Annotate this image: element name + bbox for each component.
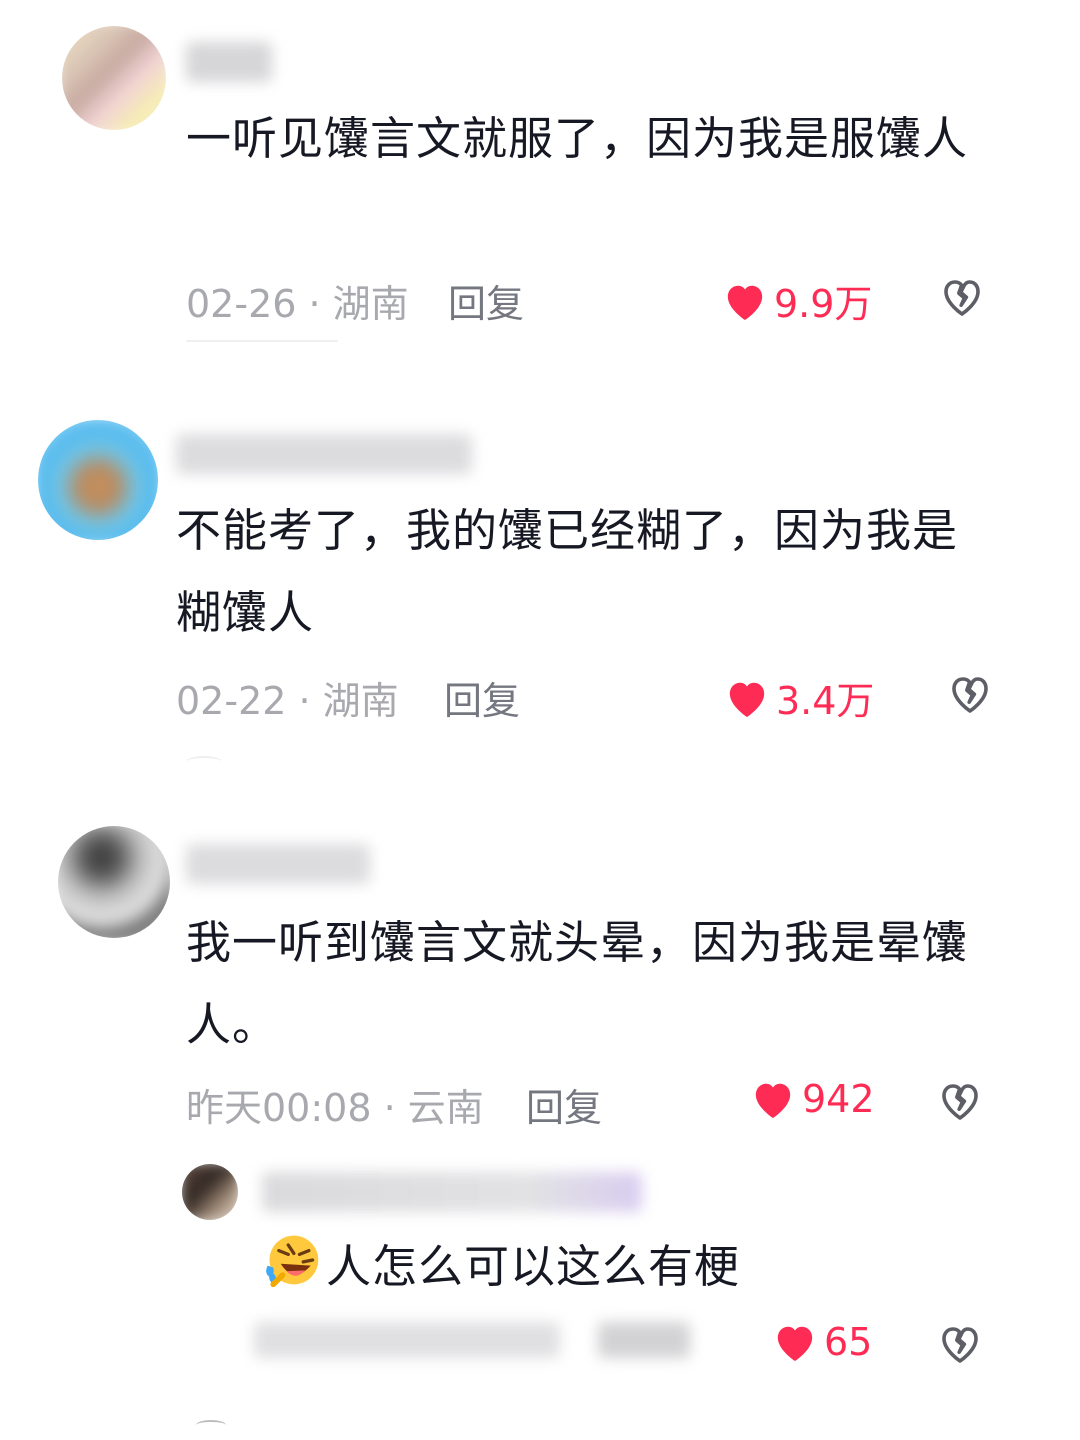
like-button[interactable]: 65 (772, 1320, 872, 1364)
reply-meta (254, 1322, 560, 1358)
broken-heart-icon[interactable] (936, 1078, 984, 1122)
laughing-crying-emoji-icon (266, 1235, 319, 1288)
heart-icon (777, 1326, 813, 1362)
heart-icon (755, 1083, 791, 1119)
avatar[interactable] (58, 826, 170, 938)
reply-text-content: 人怎么可以这么有梗 (326, 1240, 741, 1293)
divider (196, 1420, 226, 1430)
like-count: 942 (802, 1077, 875, 1121)
comment-list: 一听见馕言文就服了，因为我是服馕人 02-26 · 湖南 回复 9.9万 不能考… (0, 0, 1080, 1440)
comment-time-location: 昨天00:08 · 云南 (186, 1086, 484, 1130)
reply-button[interactable]: 回复 (526, 1077, 602, 1132)
broken-heart-icon[interactable] (936, 1321, 984, 1365)
username[interactable] (262, 1172, 642, 1212)
like-count: 65 (824, 1320, 873, 1364)
comment-text: 我一听到馕言文就头晕，因为我是晕馕人。 (186, 916, 969, 1051)
reply-text: 人怎么可以这么有梗 (262, 1226, 982, 1308)
comment-item: 我一听到馕言文就头晕，因为我是晕馕人。 昨天00:08 · 云南 回复 942 (0, 0, 1080, 1440)
like-button[interactable]: 942 (750, 1077, 875, 1121)
avatar[interactable] (182, 1164, 238, 1220)
username[interactable] (186, 844, 370, 884)
reply-button[interactable] (598, 1322, 690, 1358)
